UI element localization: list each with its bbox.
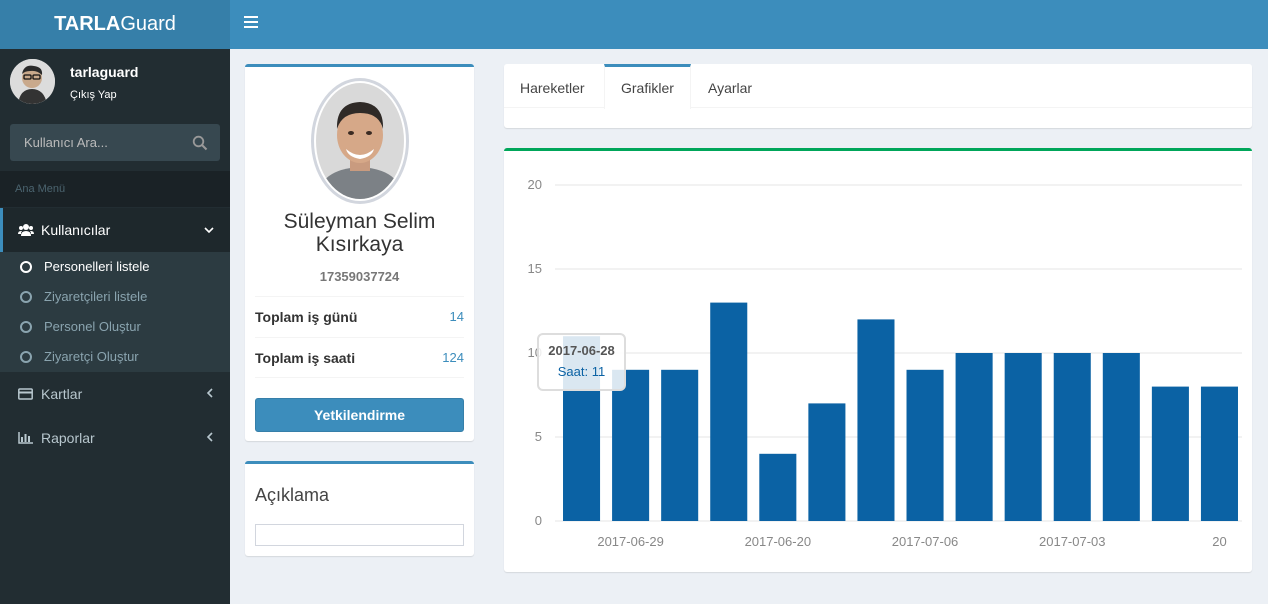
circle-icon xyxy=(20,321,32,333)
profile-name: Süleyman Selim Kısırkaya xyxy=(283,210,436,256)
chart-bar[interactable] xyxy=(906,369,944,521)
chart-bar[interactable] xyxy=(1200,386,1238,521)
user-avatar xyxy=(10,59,55,104)
x-tick-label: 2017-07-03 xyxy=(1039,534,1106,549)
description-title: Açıklama xyxy=(255,485,330,505)
chart-bar[interactable] xyxy=(1151,386,1189,521)
circle-icon xyxy=(20,351,32,363)
x-tick-label: 2017-07-06 xyxy=(892,534,959,549)
chart-bar[interactable] xyxy=(759,453,797,521)
submenu-label: Personel Oluştur xyxy=(44,319,141,334)
stat-label: Toplam iş saati xyxy=(255,350,356,366)
chevron-down-icon xyxy=(204,208,214,252)
tooltip-date: 2017-06-28 xyxy=(548,343,615,358)
submenu-item-list-staff[interactable]: Personelleri listele xyxy=(0,252,230,282)
profile-card: Süleyman Selim Kısırkaya 17359037724 Top… xyxy=(245,64,474,441)
y-tick-label: 20 xyxy=(528,177,542,192)
tab-charts[interactable]: Grafikler xyxy=(604,64,691,109)
y-tick-label: 15 xyxy=(528,261,542,276)
chart-bar[interactable] xyxy=(612,369,650,521)
tab-bar: Hareketler Grafikler Ayarlar xyxy=(504,64,1252,109)
bar-chart-icon xyxy=(18,417,34,461)
card-icon xyxy=(18,373,34,417)
sidebar-header-label: Ana Menü xyxy=(0,171,230,207)
sidebar: tarlaguard Çıkış Yap Ana Menü Kullanıcıl… xyxy=(0,49,230,604)
submenu-item-create-staff[interactable]: Personel Oluştur xyxy=(0,312,230,342)
search-input[interactable] xyxy=(10,124,180,161)
authorization-button[interactable]: Yetkilendirme xyxy=(255,398,464,432)
chart-bar[interactable] xyxy=(1102,353,1140,521)
user-search xyxy=(10,124,220,161)
sidebar-item-label: Kartlar xyxy=(41,386,83,402)
x-tick-label: 20 xyxy=(1212,534,1226,549)
description-field[interactable] xyxy=(255,524,464,546)
username: tarlaguard xyxy=(70,64,139,80)
description-card: Açıklama xyxy=(245,461,474,556)
app-logo[interactable]: TARLAGuard xyxy=(0,0,230,49)
search-icon[interactable] xyxy=(192,135,208,151)
sidebar-item-users[interactable]: Kullanıcılar xyxy=(0,208,230,252)
users-icon xyxy=(18,209,34,253)
chevron-left-icon xyxy=(206,416,214,460)
chart-bar[interactable] xyxy=(808,403,846,521)
sidebar-item-label: Kullanıcılar xyxy=(41,222,111,238)
user-panel: tarlaguard Çıkış Yap xyxy=(10,59,220,105)
sidebar-item-cards[interactable]: Kartlar xyxy=(0,372,230,416)
x-tick-label: 2017-06-29 xyxy=(597,534,664,549)
chart-bar[interactable] xyxy=(1053,353,1091,521)
submenu-label: Ziyaretçi Oluştur xyxy=(44,349,139,364)
submenu-label: Personelleri listele xyxy=(44,259,150,274)
chart-bar[interactable] xyxy=(857,319,895,521)
chart-bar[interactable] xyxy=(1004,353,1042,521)
tab-settings[interactable]: Ayarlar xyxy=(692,64,768,108)
stat-value[interactable]: 124 xyxy=(442,338,464,378)
logo-text: Guard xyxy=(120,13,176,35)
submenu-label: Ziyaretçileri listele xyxy=(44,289,148,304)
top-navbar xyxy=(230,0,1268,49)
submenu-item-create-visitor[interactable]: Ziyaretçi Oluştur xyxy=(0,342,230,372)
chevron-left-icon xyxy=(206,372,214,416)
stat-row-work-hours: Toplam iş saati 124 xyxy=(255,337,464,378)
sidebar-item-label: Raporlar xyxy=(41,430,95,446)
sidebar-item-reports[interactable]: Raporlar xyxy=(0,416,230,460)
tabs-panel: Hareketler Grafikler Ayarlar xyxy=(504,64,1252,128)
profile-id: 17359037724 xyxy=(319,269,400,284)
tab-movements[interactable]: Hareketler xyxy=(504,64,601,108)
logo-bold-text: TARLA xyxy=(54,13,121,35)
chart-bar[interactable] xyxy=(661,369,699,521)
profile-photo xyxy=(311,78,409,204)
x-tick-label: 2017-06-20 xyxy=(745,534,812,549)
chart-bar[interactable] xyxy=(710,302,748,521)
chart-bar[interactable] xyxy=(955,353,993,521)
stat-value[interactable]: 14 xyxy=(450,297,464,337)
y-tick-label: 0 xyxy=(535,513,542,528)
chart-panel: 0 5 10 15 20 2017-06-29 2017-06-20 2017-07-06 20… xyxy=(504,148,1252,572)
stat-label: Toplam iş günü xyxy=(255,309,358,325)
circle-icon xyxy=(20,261,32,273)
hamburger-menu-icon[interactable] xyxy=(244,16,258,30)
y-tick-label: 5 xyxy=(535,429,542,444)
submenu-item-list-visitors[interactable]: Ziyaretçileri listele xyxy=(0,282,230,312)
users-submenu: Personelleri listele Ziyaretçileri liste… xyxy=(0,252,230,372)
circle-icon xyxy=(20,291,32,303)
logout-link[interactable]: Çıkış Yap xyxy=(70,89,117,101)
stat-row-work-days: Toplam iş günü 14 xyxy=(255,296,464,337)
tooltip-value: Saat: 11 xyxy=(557,364,606,379)
chart-tooltip: 2017-06-28 Saat: 11 xyxy=(537,333,626,391)
